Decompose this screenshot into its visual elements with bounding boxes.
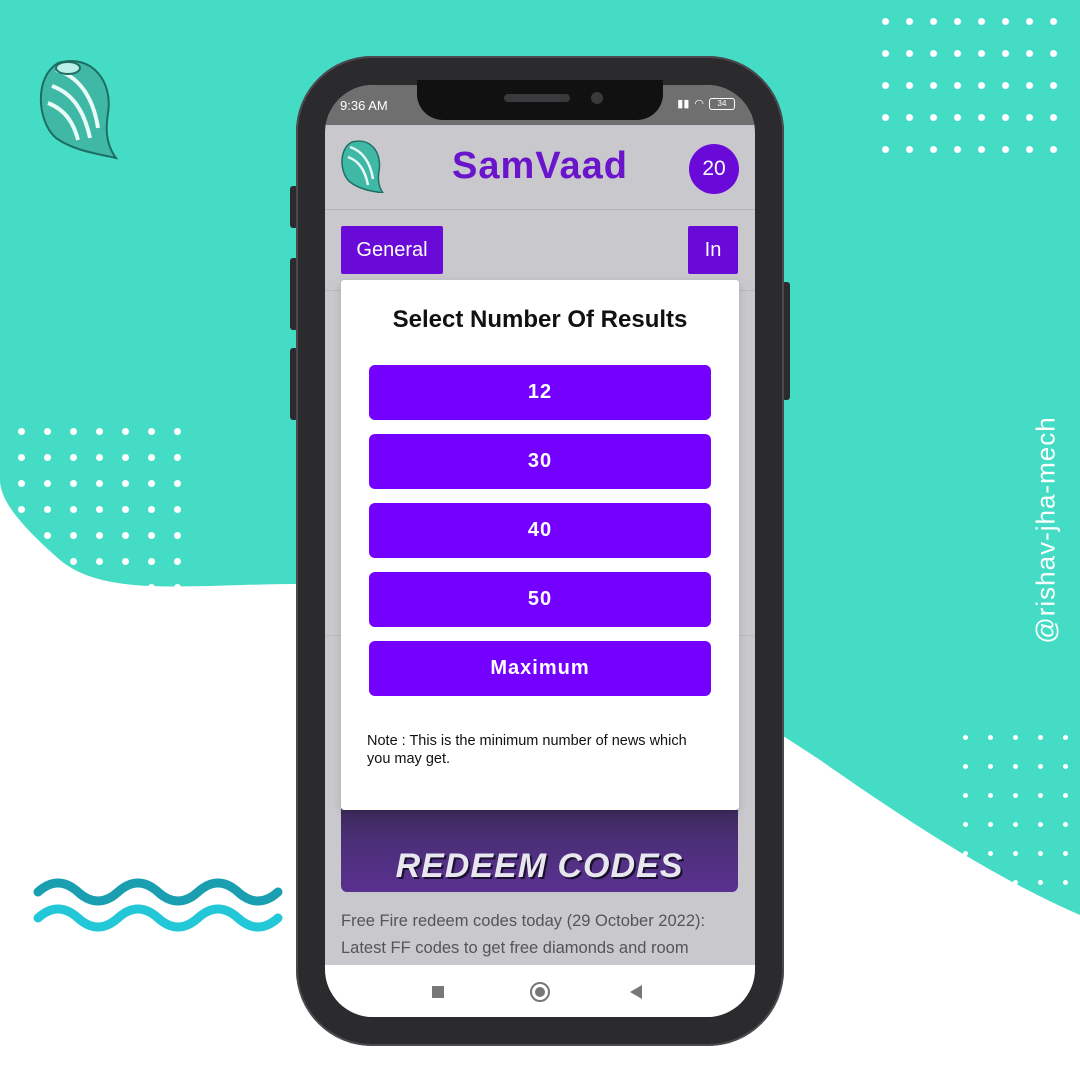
- option-40-button[interactable]: 40: [369, 503, 711, 558]
- dot-grid-middle-right: [963, 735, 1068, 885]
- recents-square-icon[interactable]: [432, 986, 444, 998]
- status-icons: ▮▮ ◠ 34: [677, 97, 735, 110]
- option-maximum-button[interactable]: Maximum: [369, 641, 711, 696]
- category-general[interactable]: General: [341, 226, 443, 274]
- dot-grid-top-right: [882, 18, 1057, 153]
- status-time: 9:36 AM: [340, 98, 388, 113]
- dialog-note: Note : This is the minimum number of new…: [367, 733, 687, 767]
- thumbnail-caption: REDEEM CODES: [395, 847, 684, 885]
- dialog-title: Select Number Of Results: [392, 306, 688, 333]
- option-12-button[interactable]: 12: [369, 365, 711, 420]
- dot-grid-middle-left: [18, 428, 181, 591]
- results-dialog: Select Number Of Results 12 30 40 50 Max…: [341, 280, 739, 810]
- option-50-button[interactable]: 50: [369, 572, 711, 627]
- phone-speaker: [504, 94, 570, 102]
- phone-camera: [591, 92, 603, 104]
- category-in[interactable]: In: [688, 226, 738, 274]
- battery-icon: 34: [709, 97, 735, 110]
- watermark-handle: @rishav-jha-mech: [1030, 416, 1061, 644]
- home-circle-icon[interactable]: [530, 982, 550, 1002]
- phone-screen: 9:36 AM ▮▮ ◠ 34 SamVaad 20 General In RE…: [325, 85, 755, 1017]
- result-count-button[interactable]: 20: [689, 144, 739, 194]
- android-nav-bar: [325, 965, 755, 1017]
- wave-top: [33, 878, 283, 906]
- app-header: SamVaad 20: [325, 125, 755, 210]
- wifi-icon: ◠: [694, 98, 704, 110]
- option-30-button[interactable]: 30: [369, 434, 711, 489]
- news-headline[interactable]: Free Fire redeem codes today (29 October…: [341, 908, 741, 962]
- wave-bottom: [33, 904, 283, 932]
- news-thumbnail[interactable]: REDEEM CODES: [341, 807, 738, 892]
- back-triangle-icon[interactable]: [630, 985, 642, 999]
- signal-icon: ▮▮: [677, 98, 690, 110]
